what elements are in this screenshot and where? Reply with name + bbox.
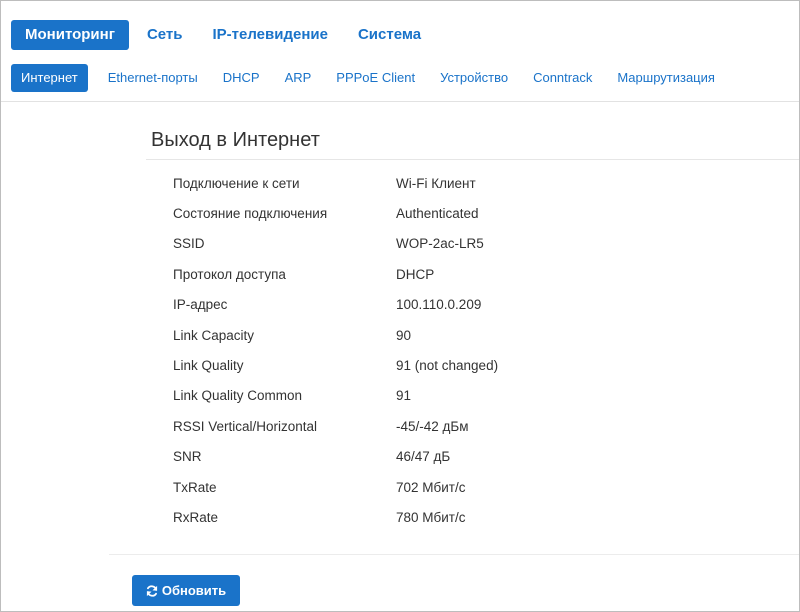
info-label: Протокол доступа <box>173 266 286 282</box>
info-label: Состояние подключения <box>173 206 328 222</box>
info-row-snr: SNR 46/47 дБ <box>173 442 498 472</box>
info-row-txrate: TxRate 702 Мбит/с <box>173 472 498 502</box>
info-label: Подключение к сети <box>173 175 300 191</box>
info-row-connection-state: Состояние подключения Authenticated <box>173 198 498 228</box>
info-value: 90 <box>396 327 412 343</box>
sub-tab-conntrack[interactable]: Conntrack <box>521 64 604 92</box>
info-row-connection: Подключение к сети Wi-Fi Клиент <box>173 168 498 198</box>
sub-tab-routing[interactable]: Маршрутизация <box>605 64 727 92</box>
info-value: 780 Мбит/с <box>396 509 466 525</box>
main-tab-system[interactable]: Система <box>346 20 433 50</box>
title-divider <box>146 159 799 160</box>
info-row-ip-address: IP-адрес 100.110.0.209 <box>173 290 498 320</box>
info-row-rxrate: RxRate 780 Мбит/с <box>173 502 498 532</box>
info-value: 91 (not changed) <box>396 358 499 374</box>
refresh-button[interactable]: Обновить <box>132 575 240 606</box>
refresh-icon <box>146 584 157 597</box>
info-label: RxRate <box>173 509 219 525</box>
info-value: DHCP <box>396 266 435 282</box>
info-label: SSID <box>173 236 205 252</box>
menu-divider <box>1 101 799 102</box>
info-row-rssi: RSSI Vertical/Horizontal -45/-42 дБм <box>173 411 498 441</box>
info-label: TxRate <box>173 479 217 495</box>
info-label: Link Capacity <box>173 327 255 343</box>
sub-tab-arp[interactable]: ARP <box>273 64 324 92</box>
info-value: -45/-42 дБм <box>396 418 469 434</box>
info-value: WOP-2ac-LR5 <box>396 236 484 252</box>
info-label: Link Quality <box>173 358 244 374</box>
info-value: 91 <box>396 388 412 404</box>
main-tab-network[interactable]: Сеть <box>135 20 195 50</box>
app-window: Мониторинг Сеть IP-телевидение Система И… <box>0 0 800 612</box>
info-value: Authenticated <box>396 206 479 222</box>
sub-tab-ethernet-ports[interactable]: Ethernet-порты <box>96 64 210 92</box>
sub-tab-internet[interactable]: Интернет <box>11 64 88 92</box>
info-label: Link Quality Common <box>173 388 303 404</box>
sub-tab-device[interactable]: Устройство <box>428 64 520 92</box>
info-row-link-quality: Link Quality 91 (not changed) <box>173 350 498 380</box>
info-value: Wi-Fi Клиент <box>396 175 476 191</box>
info-row-ssid: SSID WOP-2ac-LR5 <box>173 229 498 259</box>
sub-tab-dhcp[interactable]: DHCP <box>211 64 272 92</box>
refresh-button-label: Обновить <box>161 583 227 598</box>
info-value: 100.110.0.209 <box>396 297 482 313</box>
sub-menu: Интернет Ethernet-порты DHCP ARP PPPoE C… <box>11 63 728 93</box>
info-label: IP-адрес <box>173 297 228 313</box>
info-value: 702 Мбит/с <box>396 479 466 495</box>
sub-tab-pppoe-client[interactable]: PPPoE Client <box>324 64 427 92</box>
info-value: 46/47 дБ <box>396 449 451 465</box>
internet-info-table: Подключение к сети Wi-Fi Клиент Состояни… <box>173 168 498 533</box>
info-row-link-quality-common: Link Quality Common 91 <box>173 381 498 411</box>
info-row-protocol: Протокол доступа DHCP <box>173 259 498 289</box>
info-row-link-capacity: Link Capacity 90 <box>173 320 498 350</box>
info-label: SNR <box>173 449 202 465</box>
footer-divider <box>109 554 799 555</box>
main-tab-iptv[interactable]: IP-телевидение <box>201 20 340 50</box>
main-menu: Мониторинг Сеть IP-телевидение Система <box>11 19 439 51</box>
panel-title: Выход в Интернет <box>151 129 320 151</box>
info-label: RSSI Vertical/Horizontal <box>173 418 318 434</box>
main-tab-monitoring[interactable]: Мониторинг <box>11 20 129 50</box>
